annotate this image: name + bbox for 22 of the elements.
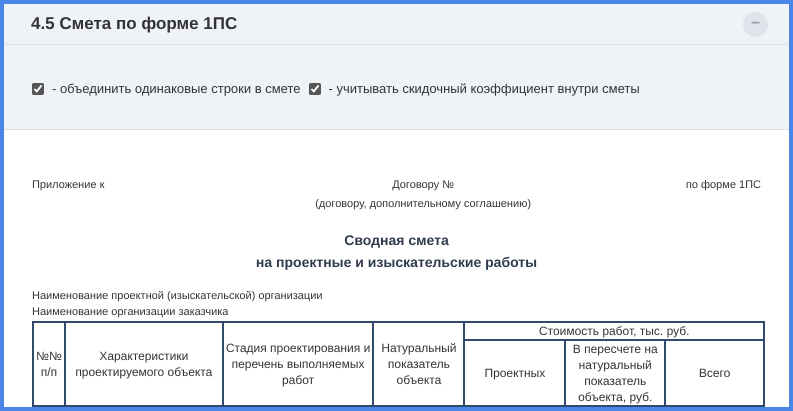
panel-title: 4.5 Смета по форме 1ПС [31,13,238,36]
column-header: Характеристики проектируемого объекта [64,322,223,406]
collapse-button[interactable]: − [743,12,768,36]
column-header: В пересчете на натуральный показатель объекта, руб. [565,340,666,406]
estimate-title: Сводная смета [344,231,449,250]
column-header: Стадия проектирования и перечень выполняемых работ [222,322,374,406]
estimate-title: на проектные и изыскательские работы [256,253,538,272]
annex-label: Приложение к [32,178,104,193]
form-label: по форме 1ПС [686,178,761,193]
option-checkbox[interactable] [32,83,44,95]
option-checkbox[interactable] [308,83,321,95]
column-header: Проектных [464,340,566,406]
column-header: Натуральный показатель объекта [373,322,464,406]
organization-label: Наименование проектной (изыскательской) организации [32,289,324,304]
contract-label: Договору № [392,178,454,193]
column-header: №№ п/п [33,322,65,406]
option-label: - учитывать скидочный коэффициент внутри сметы [328,80,640,98]
column-header: Всего [665,340,764,406]
option-label: - объединить одинаковые строки в смете [52,80,301,98]
contract-note: (договору, дополнительному соглашению) [315,196,532,212]
column-header: Стоимость работ, тыс. руб. [464,322,764,340]
organization-label: Наименование организации заказчика [32,305,230,320]
